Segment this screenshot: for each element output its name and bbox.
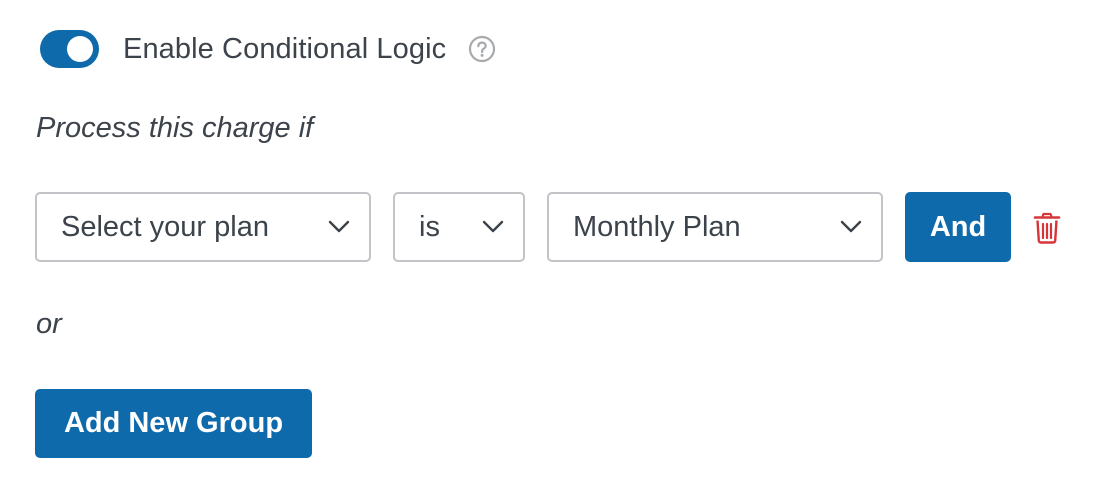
chevron-down-icon xyxy=(839,215,863,239)
field-select[interactable]: Select your plan xyxy=(35,192,371,262)
and-button[interactable]: And xyxy=(905,192,1011,262)
value-select[interactable]: Monthly Plan xyxy=(547,192,883,262)
chevron-down-icon xyxy=(481,215,505,239)
question-circle-icon[interactable] xyxy=(468,35,496,63)
conditional-logic-label[interactable]: Enable Conditional Logic xyxy=(123,33,446,66)
chevron-down-icon xyxy=(327,215,351,239)
value-select-value: Monthly Plan xyxy=(573,210,741,243)
operator-select[interactable]: is xyxy=(393,192,525,262)
or-text: or xyxy=(36,308,62,340)
trash-icon[interactable] xyxy=(1032,212,1062,244)
add-new-group-button[interactable]: Add New Group xyxy=(35,389,312,458)
field-select-value: Select your plan xyxy=(61,210,269,243)
rule-intro-text: Process this charge if xyxy=(36,112,314,144)
operator-select-value: is xyxy=(419,210,440,243)
conditional-logic-row: Enable Conditional Logic xyxy=(40,28,496,70)
toggle-knob xyxy=(67,36,93,62)
conditional-logic-toggle[interactable] xyxy=(40,30,99,68)
